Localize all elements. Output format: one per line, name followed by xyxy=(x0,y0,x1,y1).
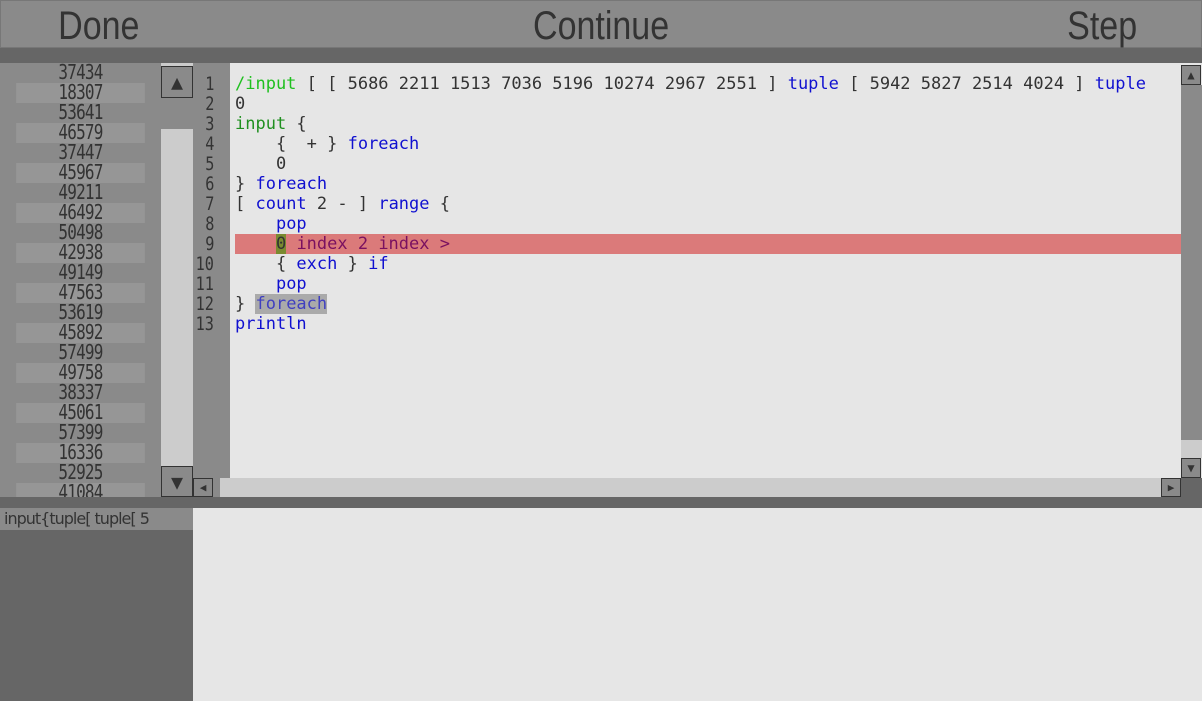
stack-scrollbar[interactable]: ▲ ▼ xyxy=(161,63,193,497)
code-line: println xyxy=(235,314,307,334)
code-line: pop xyxy=(235,274,307,294)
output-panel[interactable] xyxy=(193,508,1202,701)
code-line: pop xyxy=(235,214,307,234)
arrow-up-icon: ▲ xyxy=(1187,68,1195,82)
code-token: [ [ 5686 2211 1513 7036 5196 10274 2967 … xyxy=(296,74,788,94)
code-token: count xyxy=(255,194,307,214)
arrow-down-icon: ▼ xyxy=(170,470,184,494)
code-token: pop xyxy=(275,274,307,294)
line-number: 13 xyxy=(195,313,214,335)
code-line: 0 index 2 index > xyxy=(235,234,450,254)
output-line: input{tuple[ tuple[ 5 xyxy=(0,508,193,530)
code-token: pop xyxy=(275,214,307,234)
code-token: exch xyxy=(296,254,338,274)
code-token: index 2 index > xyxy=(286,234,450,254)
arrow-up-icon: ▲ xyxy=(170,70,184,94)
step-button[interactable]: Step xyxy=(1067,1,1137,49)
code-token: 0 xyxy=(235,154,287,174)
code-token: input xyxy=(235,114,287,134)
code-token: } xyxy=(235,174,256,194)
editor-vertical-scrollbar[interactable]: ▲ ▼ xyxy=(1181,63,1202,478)
code-token: foreach xyxy=(255,174,328,194)
code-line: } foreach xyxy=(235,174,327,194)
line-number: 6 xyxy=(204,173,214,195)
code-token: 0 xyxy=(235,94,246,114)
done-button[interactable]: Done xyxy=(58,1,139,49)
code-line: [ count 2 - ] range { xyxy=(235,194,450,214)
divider xyxy=(0,497,1202,508)
line-number: 12 xyxy=(195,293,214,315)
continue-button[interactable]: Continue xyxy=(533,1,669,49)
code-line: input { xyxy=(235,114,307,134)
scroll-up-button[interactable]: ▲ xyxy=(161,66,193,98)
stack-list: 37434 18307 53641 46579 37447 45967 49211 46492… xyxy=(0,63,161,497)
code-token: { xyxy=(235,254,297,274)
code-token: { xyxy=(286,114,307,134)
code-token: /input xyxy=(235,74,297,94)
code-token: tuple xyxy=(787,74,839,94)
line-number: 10 xyxy=(195,253,214,275)
arrow-down-icon: ▼ xyxy=(1187,461,1195,475)
code-token: { + } xyxy=(235,134,348,154)
divider xyxy=(0,48,1202,63)
line-number: 5 xyxy=(204,153,214,175)
scroll-left-button[interactable]: ◀ xyxy=(193,478,213,497)
editor-horizontal-scrollbar[interactable]: ◀ ▶ xyxy=(193,478,1181,497)
scroll-down-button[interactable]: ▼ xyxy=(161,466,193,497)
code-token: 0 xyxy=(275,234,287,254)
code-token: [ xyxy=(235,194,256,214)
scrollbar-thumb[interactable] xyxy=(1181,85,1202,440)
code-token: } xyxy=(235,294,256,314)
scrollbar-thumb[interactable] xyxy=(213,478,220,497)
toolbar: Done Continue Step xyxy=(0,0,1202,48)
scroll-up-button[interactable]: ▲ xyxy=(1181,65,1201,85)
line-number: 11 xyxy=(195,273,214,295)
line-number: 7 xyxy=(204,193,214,215)
code-token: foreach xyxy=(347,134,420,154)
scrollbar-track[interactable] xyxy=(1181,440,1202,458)
code-token: 2 - ] xyxy=(306,194,379,214)
code-token: range xyxy=(378,194,430,214)
output-sidebar xyxy=(0,508,193,701)
code-line: 0 xyxy=(235,94,245,114)
code-line: { exch } if xyxy=(235,254,389,274)
code-token: } xyxy=(337,254,369,274)
code-editor[interactable]: /input [ [ 5686 2211 1513 7036 5196 1027… xyxy=(230,63,1181,478)
code-token: println xyxy=(235,314,307,334)
code-token: tuple xyxy=(1094,74,1146,94)
line-number: 8 xyxy=(204,213,214,235)
line-number: 1 xyxy=(204,73,214,95)
arrow-left-icon: ◀ xyxy=(199,481,207,494)
line-number: 4 xyxy=(204,133,214,155)
code-line: } foreach xyxy=(235,294,328,314)
stack-item: 41084 xyxy=(16,482,145,497)
code-token: { xyxy=(429,194,450,214)
scrollbar-thumb[interactable] xyxy=(161,98,193,129)
code-token: [ 5942 5827 2514 4024 ] xyxy=(838,74,1095,94)
arrow-right-icon: ▶ xyxy=(1167,481,1175,494)
line-number: 2 xyxy=(204,93,214,115)
code-line: /input [ [ 5686 2211 1513 7036 5196 1027… xyxy=(235,74,1146,94)
line-number-gutter: 1 2 3 4 5 6 7 8 9 10 11 12 13 xyxy=(193,63,230,478)
scroll-right-button[interactable]: ▶ xyxy=(1161,478,1181,497)
scroll-down-button[interactable]: ▼ xyxy=(1181,458,1201,478)
line-number: 9 xyxy=(204,233,214,255)
line-number: 3 xyxy=(204,113,214,135)
code-line: { + } foreach xyxy=(235,134,419,154)
code-line: 0 xyxy=(235,154,286,174)
code-token: foreach xyxy=(255,294,328,314)
code-token: if xyxy=(368,254,389,274)
